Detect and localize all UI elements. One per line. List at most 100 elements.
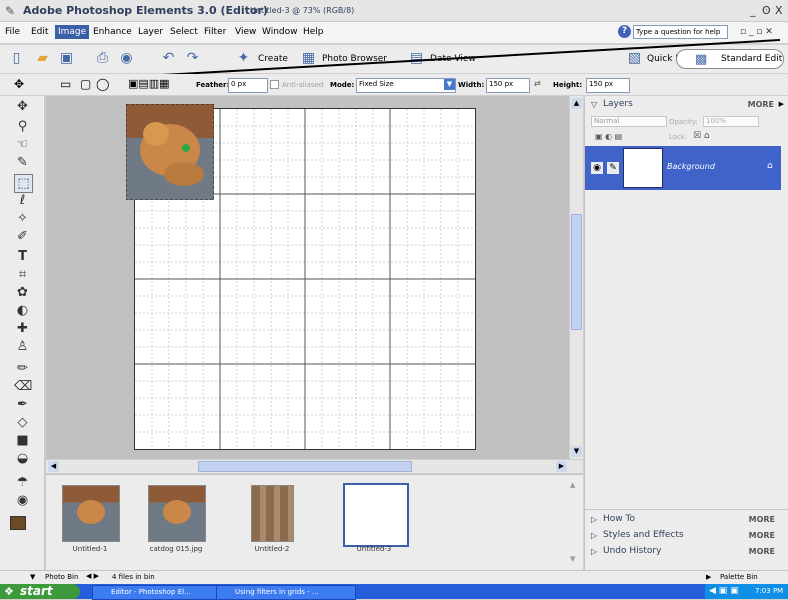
chevron-down-icon[interactable]: ▼: [444, 79, 455, 90]
scroll-right-icon[interactable]: ▶: [556, 461, 567, 472]
standard-edit-button[interactable]: ▩ Standard Edit: [676, 49, 784, 69]
menu-filter[interactable]: Filter: [204, 27, 226, 37]
help-search-input[interactable]: Type a question for help: [633, 25, 728, 39]
photo-browser-button[interactable]: Photo Browser: [322, 54, 387, 64]
styles-expand-icon[interactable]: ▷: [591, 531, 597, 540]
start-button[interactable]: ❖ start: [0, 584, 80, 599]
menu-window[interactable]: Window: [262, 27, 298, 37]
styles-more-button[interactable]: MORE: [749, 531, 775, 540]
lasso-tool-icon[interactable]: ℓ: [14, 192, 31, 209]
bin-thumbnail-3[interactable]: [251, 485, 294, 542]
bin-nav-icons[interactable]: ◀ ▶: [86, 572, 99, 580]
selection-brush-tool-icon[interactable]: ✐: [14, 228, 31, 245]
menu-enhance[interactable]: Enhance: [93, 27, 132, 37]
layer-row-background[interactable]: ◉ ✎ Background ⌂: [585, 146, 781, 190]
cat-photo-selection[interactable]: [126, 104, 214, 200]
layer-actions-icons[interactable]: ▣ ◐ ▤: [595, 132, 622, 141]
scroll-down-icon[interactable]: ▼: [571, 446, 582, 457]
online-services-icon[interactable]: ◉: [118, 50, 135, 67]
layers-collapse-icon[interactable]: ▽: [591, 100, 597, 109]
how-to-title[interactable]: How To: [603, 514, 635, 524]
palette-bin-toggle-icon[interactable]: ▶: [706, 573, 711, 581]
eyedropper-tool-icon[interactable]: ✎: [14, 154, 31, 171]
horizontal-scroll-thumb[interactable]: [198, 461, 412, 472]
rect-marquee-option-icon[interactable]: ▢: [80, 77, 91, 91]
mode-select[interactable]: Fixed Size ▼: [356, 78, 456, 93]
restore-button[interactable]: ʘ: [762, 4, 771, 18]
vertical-scroll-thumb[interactable]: [571, 214, 582, 330]
opacity-input[interactable]: 100%: [703, 116, 759, 127]
move-tool-icon[interactable]: ✥: [14, 98, 31, 115]
vertical-scrollbar[interactable]: ▲ ▼: [569, 96, 583, 459]
photo-bin-label[interactable]: Photo Bin: [45, 573, 78, 581]
menu-layer[interactable]: Layer: [138, 27, 163, 37]
eye-visibility-icon[interactable]: ◉: [591, 162, 603, 174]
pencil-tool-icon[interactable]: ✏: [14, 360, 31, 377]
crop-tool-icon[interactable]: ⌗: [14, 266, 31, 283]
palette-bin-label[interactable]: Palette Bin: [720, 573, 758, 581]
close-button[interactable]: X: [775, 4, 783, 18]
brush-link-icon[interactable]: ✎: [607, 162, 619, 174]
blur-tool-icon[interactable]: ☂: [14, 474, 31, 491]
red-eye-tool-icon[interactable]: ◐: [14, 302, 31, 319]
scroll-up-icon[interactable]: ▲: [571, 98, 582, 109]
brush-tool-icon[interactable]: ✒: [14, 396, 31, 413]
undo-history-title[interactable]: Undo History: [603, 546, 661, 556]
how-to-more-button[interactable]: MORE: [749, 515, 775, 524]
save-icon[interactable]: ▣: [58, 50, 75, 67]
cookie-cutter-tool-icon[interactable]: ✿: [14, 284, 31, 301]
help-icon[interactable]: ?: [618, 25, 631, 38]
create-icon[interactable]: ✦: [235, 50, 252, 67]
photo-bin-toggle-icon[interactable]: ▼: [30, 573, 35, 581]
hand-tool-icon[interactable]: ☜: [14, 136, 31, 153]
scroll-left-icon[interactable]: ◀: [48, 461, 59, 472]
horizontal-scrollbar[interactable]: ◀ ▶: [46, 459, 583, 473]
undo-icon[interactable]: ↶: [160, 50, 177, 67]
rect-marquee-icon[interactable]: ▭: [60, 77, 71, 91]
bin-scroll-down-icon[interactable]: ▼: [570, 555, 575, 563]
task-photoshop[interactable]: Editor - Photoshop El...: [92, 585, 232, 600]
open-folder-icon[interactable]: ▰: [34, 50, 51, 67]
healing-brush-tool-icon[interactable]: ✚: [14, 320, 31, 337]
zoom-tool-icon[interactable]: ⚲: [14, 118, 31, 135]
width-input[interactable]: 150 px: [486, 78, 530, 93]
how-to-expand-icon[interactable]: ▷: [591, 515, 597, 524]
shape-tool-icon[interactable]: ◒: [14, 450, 31, 467]
marquee-tool-icon[interactable]: ⬚: [14, 174, 33, 193]
bin-thumbnail-2[interactable]: [148, 485, 206, 542]
menu-image[interactable]: Image: [55, 25, 90, 39]
selection-mode-icons[interactable]: ▣▤▥▦: [128, 77, 170, 90]
undo-more-button[interactable]: MORE: [749, 547, 775, 556]
date-view-icon[interactable]: ▤: [408, 50, 425, 67]
date-view-button[interactable]: Date View: [430, 54, 476, 64]
new-document-icon[interactable]: ▯: [8, 50, 25, 67]
menu-view[interactable]: View: [235, 27, 256, 37]
bin-thumbnail-4[interactable]: [343, 483, 409, 547]
minimize-button[interactable]: _: [750, 4, 756, 18]
anti-aliased-checkbox[interactable]: [270, 80, 279, 89]
undo-expand-icon[interactable]: ▷: [591, 547, 597, 556]
swap-dimensions-icon[interactable]: ⇄: [534, 79, 541, 88]
menu-select[interactable]: Select: [170, 27, 198, 37]
create-button[interactable]: Create: [258, 54, 288, 64]
bin-scroll-up-icon[interactable]: ▲: [570, 481, 575, 489]
photo-browser-icon[interactable]: ▦: [300, 50, 317, 67]
task-browser[interactable]: Using filters in grids - ...: [216, 585, 356, 600]
paint-bucket-tool-icon[interactable]: ◇: [14, 414, 31, 431]
move-tool-icon[interactable]: ✥: [14, 77, 24, 91]
quick-fix-icon[interactable]: ▧: [626, 50, 643, 67]
eraser-tool-icon[interactable]: ⌫: [14, 378, 32, 395]
menu-edit[interactable]: Edit: [31, 27, 48, 37]
layers-more-button[interactable]: MORE: [748, 100, 774, 109]
bin-thumbnail-1[interactable]: [62, 485, 120, 542]
lock-icons[interactable]: ☒ ⌂: [693, 131, 710, 141]
feather-input[interactable]: 0 px: [228, 78, 268, 93]
elliptical-marquee-icon[interactable]: ◯: [96, 77, 109, 91]
menu-help[interactable]: Help: [303, 27, 324, 37]
type-tool-icon[interactable]: T: [14, 248, 31, 265]
height-input[interactable]: 150 px: [586, 78, 630, 93]
clone-stamp-tool-icon[interactable]: ♙: [14, 338, 31, 355]
foreground-color-swatch[interactable]: [10, 516, 26, 530]
menu-file[interactable]: File: [5, 27, 20, 37]
doc-window-controls-icon[interactable]: ▫ _ ▫ ✕: [740, 27, 773, 37]
